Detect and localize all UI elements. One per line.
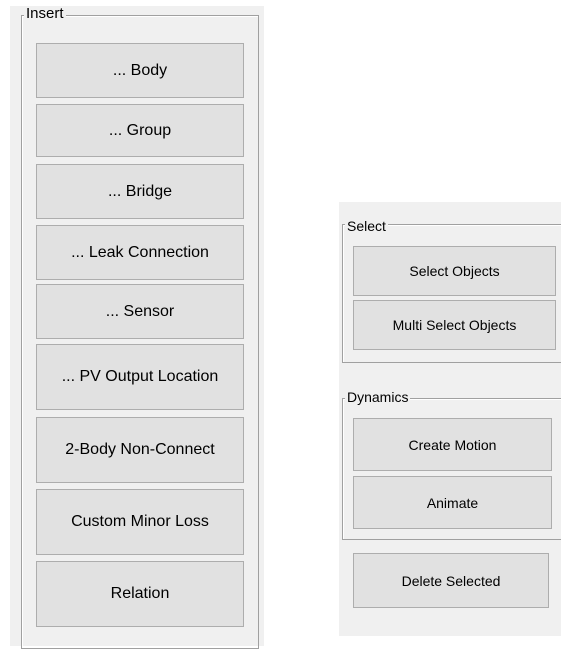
select-objects-button[interactable]: Select Objects	[353, 246, 556, 296]
insert-bridge-button[interactable]: ... Bridge	[36, 164, 244, 219]
insert-pv-output-location-button[interactable]: ... PV Output Location	[36, 344, 244, 410]
insert-leak-connection-button[interactable]: ... Leak Connection	[36, 225, 244, 280]
delete-selected-button[interactable]: Delete Selected	[353, 553, 549, 608]
select-group-title: Select	[345, 218, 388, 234]
insert-group-button[interactable]: ... Group	[36, 104, 244, 157]
right-panel: Select Select Objects Multi Select Objec…	[339, 202, 561, 636]
dynamics-group-title: Dynamics	[345, 389, 411, 405]
insert-body-button[interactable]: ... Body	[36, 43, 244, 98]
animate-button[interactable]: Animate	[353, 476, 552, 529]
insert-panel: Insert ... Body ... Group ... Bridge ...…	[10, 5, 264, 649]
insert-two-body-non-connect-button[interactable]: 2-Body Non-Connect	[36, 417, 244, 483]
insert-custom-minor-loss-button[interactable]: Custom Minor Loss	[36, 489, 244, 555]
create-motion-button[interactable]: Create Motion	[353, 418, 552, 471]
insert-sensor-button[interactable]: ... Sensor	[36, 284, 244, 339]
multi-select-objects-button[interactable]: Multi Select Objects	[353, 300, 556, 350]
insert-group-title: Insert	[24, 5, 66, 22]
insert-relation-button[interactable]: Relation	[36, 561, 244, 627]
